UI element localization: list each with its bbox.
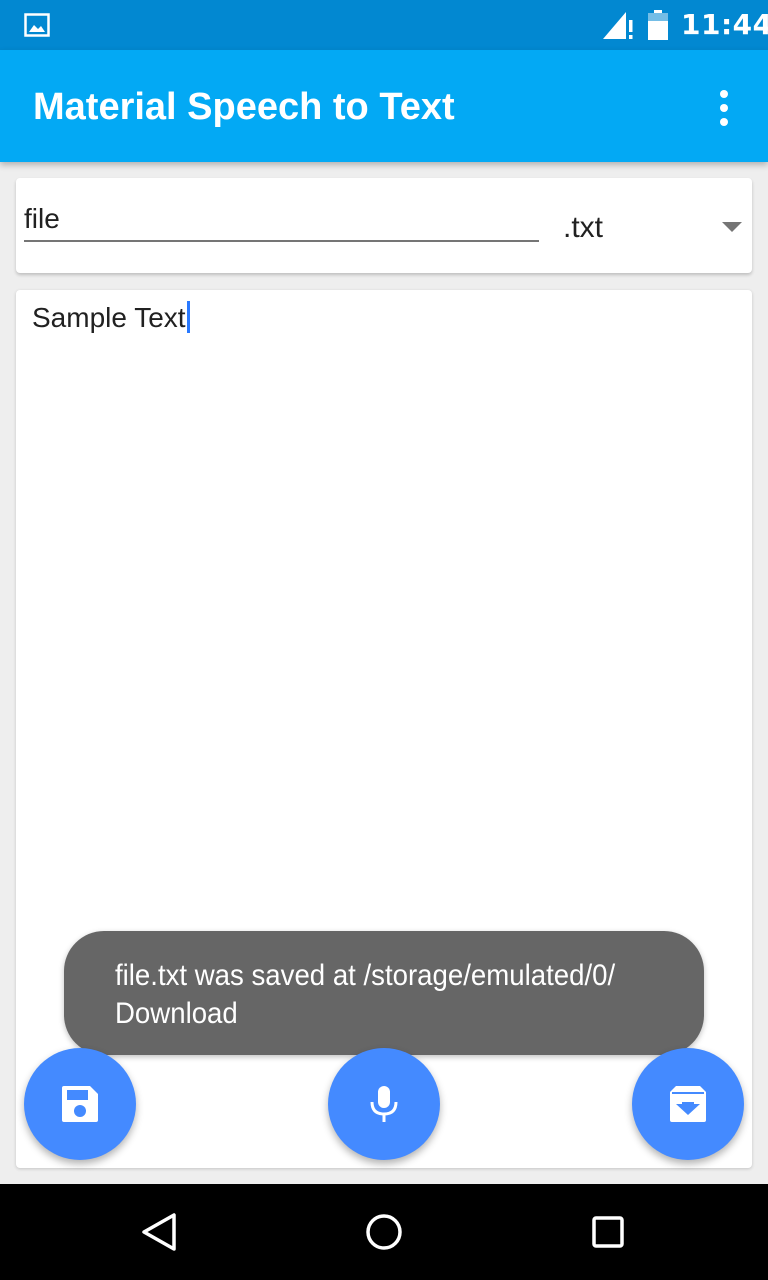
recents-button[interactable] [584,1208,632,1256]
recents-icon [592,1216,624,1248]
filename-card: .txt [16,178,752,273]
text-editor-content: Sample Text [32,300,190,336]
mic-button[interactable] [328,1048,440,1160]
status-bar: 11:44 [0,0,768,50]
gallery-icon [24,13,50,37]
toast-message: file.txt was saved at /storage/emulated/… [115,959,616,1030]
filename-input[interactable] [24,198,539,242]
app-bar: Material Speech to Text [0,50,768,162]
home-button[interactable] [360,1208,408,1256]
app-title: Material Speech to Text [33,86,455,128]
dropdown-arrow-icon [722,222,742,232]
more-vert-icon[interactable] [700,84,748,132]
mic-icon [370,1086,398,1122]
save-button[interactable] [24,1048,136,1160]
back-button[interactable] [136,1208,184,1256]
editor-text: Sample Text [32,302,186,333]
save-icon [62,1086,98,1122]
home-icon [366,1214,402,1250]
archive-icon [670,1086,706,1122]
archive-button[interactable] [632,1048,744,1160]
navigation-bar [0,1184,768,1280]
status-clock: 11:44 [681,8,768,41]
text-cursor [186,301,190,333]
extension-selected: .txt [563,211,604,244]
back-icon [142,1213,176,1251]
toast: file.txt was saved at /storage/emulated/… [64,931,704,1055]
extension-dropdown[interactable]: .txt [561,202,752,254]
signal-icon [603,12,633,39]
battery-icon [648,10,668,40]
